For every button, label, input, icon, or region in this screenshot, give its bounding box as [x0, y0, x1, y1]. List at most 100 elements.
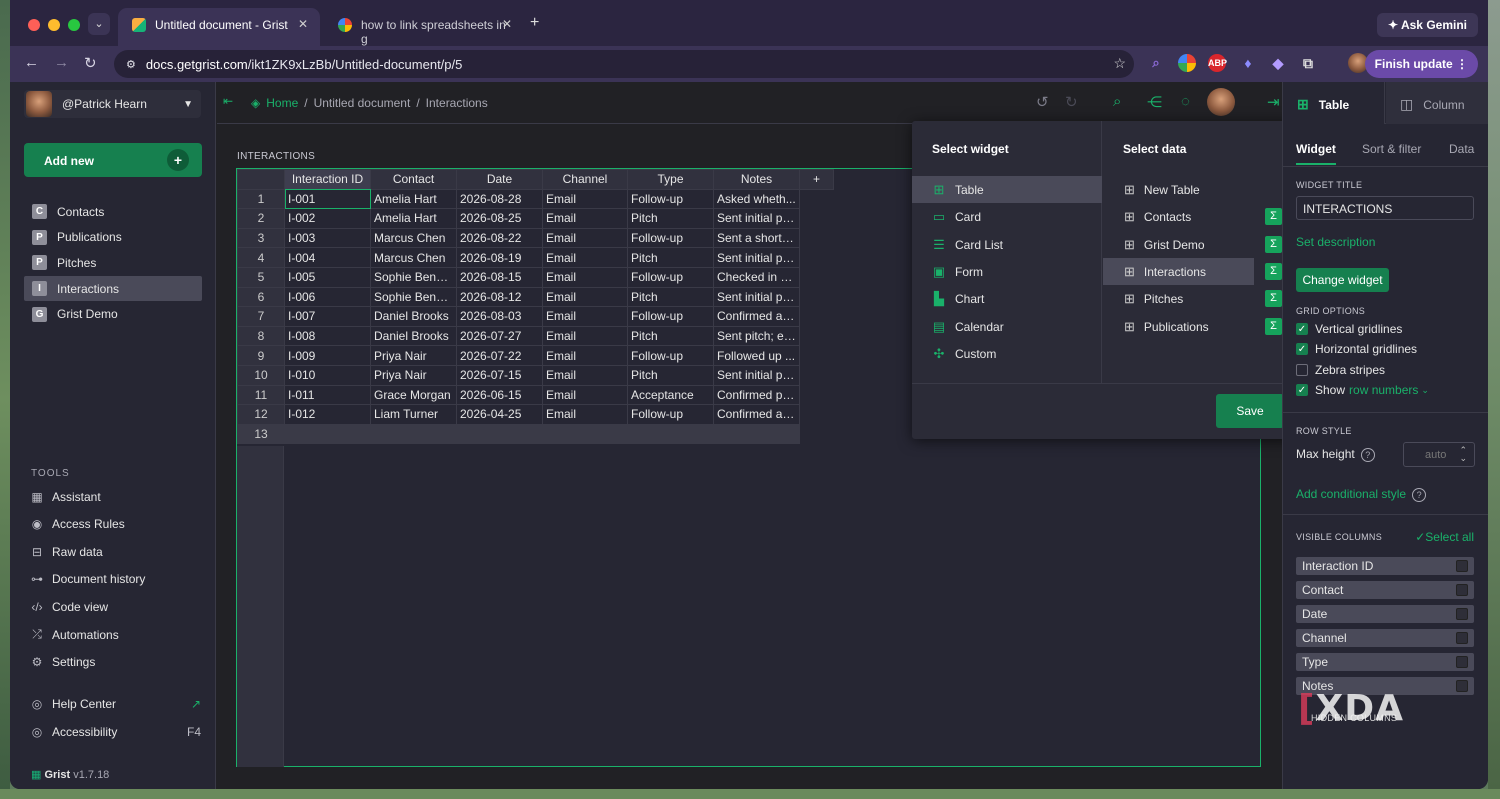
- table-cell[interactable]: Marcus Chen: [370, 247, 457, 268]
- table-cell[interactable]: 2026-06-15: [456, 384, 543, 406]
- table-cell[interactable]: I-006: [284, 286, 371, 308]
- page-item-pitches[interactable]: P Pitches: [24, 250, 202, 276]
- extensions-puzzle-icon[interactable]: ⧉: [1299, 54, 1317, 72]
- table-cell[interactable]: Follow-up: [627, 188, 714, 210]
- column-checkbox[interactable]: [1456, 632, 1468, 644]
- redo-icon[interactable]: ↻: [1065, 93, 1078, 111]
- widget-option-table[interactable]: ⊞ Table: [912, 176, 1102, 203]
- table-cell[interactable]: Confirmed as...: [713, 306, 800, 327]
- table-cell[interactable]: Priya Nair: [370, 364, 457, 386]
- column-header[interactable]: Notes: [713, 169, 800, 190]
- accessibility-link[interactable]: ◎ Accessibility F4: [31, 725, 201, 739]
- table-cell[interactable]: Followed up ...: [713, 345, 800, 366]
- table-cell[interactable]: Email: [542, 345, 628, 366]
- table-cell[interactable]: I-011: [284, 384, 371, 406]
- ask-gemini-button[interactable]: ✦ Ask Gemini: [1377, 13, 1478, 37]
- row-numbers-dropdown[interactable]: row numbers: [1349, 383, 1418, 397]
- table-cell[interactable]: Pitch: [627, 364, 714, 386]
- new-tab-icon[interactable]: +: [530, 14, 539, 32]
- add-conditional-style-link[interactable]: Add conditional style?: [1296, 487, 1427, 502]
- table-cell[interactable]: 2026-08-25: [456, 208, 543, 229]
- toggle-right-panel-icon[interactable]: ⇥: [1267, 93, 1280, 111]
- table-cell[interactable]: I-002: [284, 208, 371, 229]
- table-cell[interactable]: I-007: [284, 306, 371, 327]
- table-cell[interactable]: Sent initial pit...: [713, 286, 800, 308]
- table-cell[interactable]: Email: [542, 286, 628, 308]
- select-all-link[interactable]: ✓Select all: [1415, 530, 1474, 544]
- row-number[interactable]: 9: [237, 345, 285, 366]
- widget-option-card-list[interactable]: ☰ Card List: [912, 231, 1102, 258]
- widget-option-card[interactable]: ▭ Card: [912, 203, 1102, 230]
- tab-column[interactable]: ◫ Column: [1386, 82, 1488, 124]
- search-icon[interactable]: ⌕: [1113, 93, 1121, 110]
- set-description-link[interactable]: Set description: [1296, 235, 1375, 249]
- table-cell[interactable]: Amelia Hart: [370, 208, 457, 229]
- table-cell[interactable]: Pitch: [627, 208, 714, 229]
- undo-icon[interactable]: ↺: [1036, 93, 1049, 111]
- page-item-publications[interactable]: P Publications: [24, 225, 202, 251]
- summary-sigma-icon[interactable]: Σ: [1265, 208, 1282, 225]
- row-number[interactable]: 2: [237, 208, 285, 229]
- zebra-stripes-checkbox[interactable]: Zebra stripes: [1296, 363, 1385, 377]
- table-cell[interactable]: Pitch: [627, 286, 714, 308]
- table-cell[interactable]: Sent pitch; ed...: [713, 325, 800, 347]
- table-cell[interactable]: 2026-08-15: [456, 266, 543, 288]
- column-checkbox[interactable]: [1456, 656, 1468, 668]
- row-number[interactable]: 6: [237, 286, 285, 308]
- subtab-sort-filter[interactable]: Sort & filter: [1362, 142, 1421, 156]
- visible-column-item[interactable]: Type: [1296, 653, 1474, 671]
- tool-document-history[interactable]: ⊶ Document history: [31, 572, 201, 586]
- visible-column-item[interactable]: Contact: [1296, 581, 1474, 599]
- table-cell[interactable]: Sophie Bennett: [370, 286, 457, 308]
- breadcrumb-home[interactable]: Home: [266, 96, 298, 110]
- table-cell[interactable]: Asked wheth...: [713, 188, 800, 210]
- table-cell[interactable]: 2026-08-28: [456, 188, 543, 210]
- table-cell[interactable]: Acceptance: [627, 384, 714, 406]
- visible-column-item[interactable]: Interaction ID: [1296, 557, 1474, 575]
- table-cell[interactable]: Follow-up: [627, 306, 714, 327]
- finish-update-button[interactable]: Finish update ⋮: [1364, 50, 1478, 78]
- show-row-numbers-checkbox[interactable]: ✓ Show row numbers ⌄: [1296, 383, 1429, 397]
- widget-option-form[interactable]: ▣ Form: [912, 258, 1102, 285]
- table-cell[interactable]: Email: [542, 227, 628, 249]
- adblock-extension-icon[interactable]: ABP: [1208, 54, 1227, 72]
- table-cell[interactable]: Liam Turner: [370, 404, 457, 425]
- table-cell[interactable]: [370, 423, 457, 445]
- table-cell[interactable]: Email: [542, 325, 628, 347]
- column-header[interactable]: Interaction ID: [284, 169, 371, 190]
- table-cell[interactable]: Sent a short f...: [713, 227, 800, 249]
- close-tab-icon[interactable]: ✕: [502, 17, 512, 31]
- table-cell[interactable]: Pitch: [627, 247, 714, 268]
- table-cell[interactable]: Confirmed pu...: [713, 384, 800, 406]
- summary-sigma-icon[interactable]: Σ: [1265, 318, 1282, 335]
- table-cell[interactable]: Email: [542, 247, 628, 268]
- table-cell[interactable]: Sophie Bennett: [370, 266, 457, 288]
- help-question-icon[interactable]: ?: [1360, 448, 1375, 462]
- table-cell[interactable]: Pitch: [627, 325, 714, 347]
- table-cell[interactable]: I-010: [284, 364, 371, 386]
- column-header[interactable]: Date: [456, 169, 543, 190]
- widget-title-input[interactable]: INTERACTIONS: [1296, 196, 1474, 220]
- column-header[interactable]: Channel: [542, 169, 628, 190]
- collapse-sidebar-icon[interactable]: ⇤: [223, 94, 233, 108]
- row-number[interactable]: 10: [237, 364, 285, 386]
- table-cell[interactable]: [542, 423, 628, 445]
- site-settings-icon[interactable]: ⚙: [126, 58, 136, 71]
- tool-automations[interactable]: ⤮ Automations: [31, 627, 201, 642]
- table-cell[interactable]: [627, 423, 714, 445]
- tool-code-view[interactable]: ‹/› Code view: [31, 600, 201, 614]
- extension-search-icon[interactable]: ⌕: [1147, 54, 1165, 72]
- table-cell[interactable]: Email: [542, 266, 628, 288]
- table-cell[interactable]: Email: [542, 384, 628, 406]
- table-cell[interactable]: Follow-up: [627, 266, 714, 288]
- help-question-icon[interactable]: ?: [1412, 488, 1427, 502]
- extension-diamond-icon[interactable]: ◆: [1269, 54, 1287, 72]
- table-cell[interactable]: Email: [542, 306, 628, 327]
- widget-option-custom[interactable]: ✣ Custom: [912, 340, 1102, 367]
- data-option-grist-demo[interactable]: ⊞ Grist Demo: [1103, 231, 1254, 258]
- widget-option-calendar[interactable]: ▤ Calendar: [912, 313, 1102, 340]
- table-cell[interactable]: [456, 423, 543, 445]
- section-title[interactable]: INTERACTIONS: [237, 151, 315, 162]
- comments-icon[interactable]: ◌: [1181, 93, 1190, 110]
- table-cell[interactable]: I-012: [284, 404, 371, 425]
